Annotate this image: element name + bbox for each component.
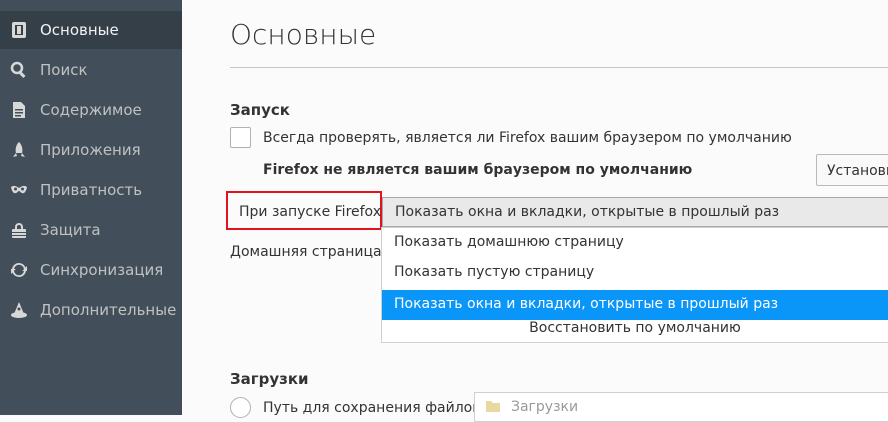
startup-option-blank[interactable]: Показать пустую страницу bbox=[382, 258, 888, 288]
lock-icon bbox=[9, 220, 29, 240]
folder-icon bbox=[486, 401, 500, 412]
sync-icon bbox=[9, 260, 29, 280]
sidebar-item-search[interactable]: Поиск bbox=[0, 51, 182, 89]
homepage-label: Домашняя страница: bbox=[230, 244, 387, 260]
search-icon bbox=[9, 60, 29, 80]
save-path-field[interactable]: Загрузки bbox=[474, 392, 888, 422]
sidebar-item-label: Защита bbox=[40, 221, 101, 239]
page-title: Основные bbox=[230, 18, 377, 51]
sidebar-item-advanced[interactable]: Дополнительные bbox=[0, 291, 182, 329]
startup-option-homepage[interactable]: Показать домашнюю страницу bbox=[382, 228, 888, 258]
downloads-heading: Загрузки bbox=[230, 370, 309, 388]
startup-heading: Запуск bbox=[230, 101, 290, 119]
sidebar: Основные Поиск Содержимое Приложения При… bbox=[0, 0, 182, 415]
rocket-icon bbox=[9, 140, 29, 160]
sidebar-item-label: Поиск bbox=[40, 61, 88, 79]
startup-option-restore-session[interactable]: Показать окна и вкладки, открытые в прош… bbox=[382, 290, 888, 320]
default-browser-checkbox[interactable] bbox=[230, 127, 251, 148]
main-panel: Основные Запуск Всегда проверять, являет… bbox=[182, 0, 888, 422]
sidebar-item-privacy[interactable]: Приватность bbox=[0, 171, 182, 209]
sidebar-item-content[interactable]: Содержимое bbox=[0, 91, 182, 129]
startup-select[interactable]: Показать окна и вкладки, открытые в прош… bbox=[382, 197, 888, 227]
sidebar-item-applications[interactable]: Приложения bbox=[0, 131, 182, 169]
on-startup-label: При запуске Firefox: bbox=[239, 204, 386, 220]
not-default-browser-text: Firefox не является вашим браузером по у… bbox=[263, 162, 693, 178]
mask-icon bbox=[9, 180, 29, 200]
sidebar-item-label: Содержимое bbox=[40, 101, 142, 119]
sidebar-item-label: Приватность bbox=[40, 181, 143, 199]
save-path-label[interactable]: Путь для сохранения файлов bbox=[263, 400, 481, 416]
default-browser-check-label[interactable]: Всегда проверять, является ли Firefox ва… bbox=[263, 130, 792, 146]
document-icon bbox=[9, 100, 29, 120]
sidebar-item-label: Основные bbox=[40, 21, 119, 39]
sidebar-item-sync[interactable]: Синхронизация bbox=[0, 251, 182, 289]
restore-default-button[interactable]: Восстановить по умолчанию bbox=[382, 320, 888, 336]
title-divider bbox=[230, 67, 888, 68]
sidebar-item-general[interactable]: Основные bbox=[0, 11, 182, 49]
save-path-value: Загрузки bbox=[511, 399, 579, 415]
wizard-hat-icon bbox=[9, 300, 29, 320]
sidebar-item-security[interactable]: Защита bbox=[0, 211, 182, 249]
startup-dropdown-list: Показать домашнюю страницу Показать пуст… bbox=[381, 227, 888, 343]
general-icon bbox=[9, 20, 29, 40]
sidebar-item-label: Синхронизация bbox=[40, 261, 164, 279]
sidebar-item-label: Дополнительные bbox=[40, 301, 177, 319]
sidebar-item-label: Приложения bbox=[40, 141, 141, 159]
set-default-button[interactable]: Установить bbox=[816, 154, 888, 186]
